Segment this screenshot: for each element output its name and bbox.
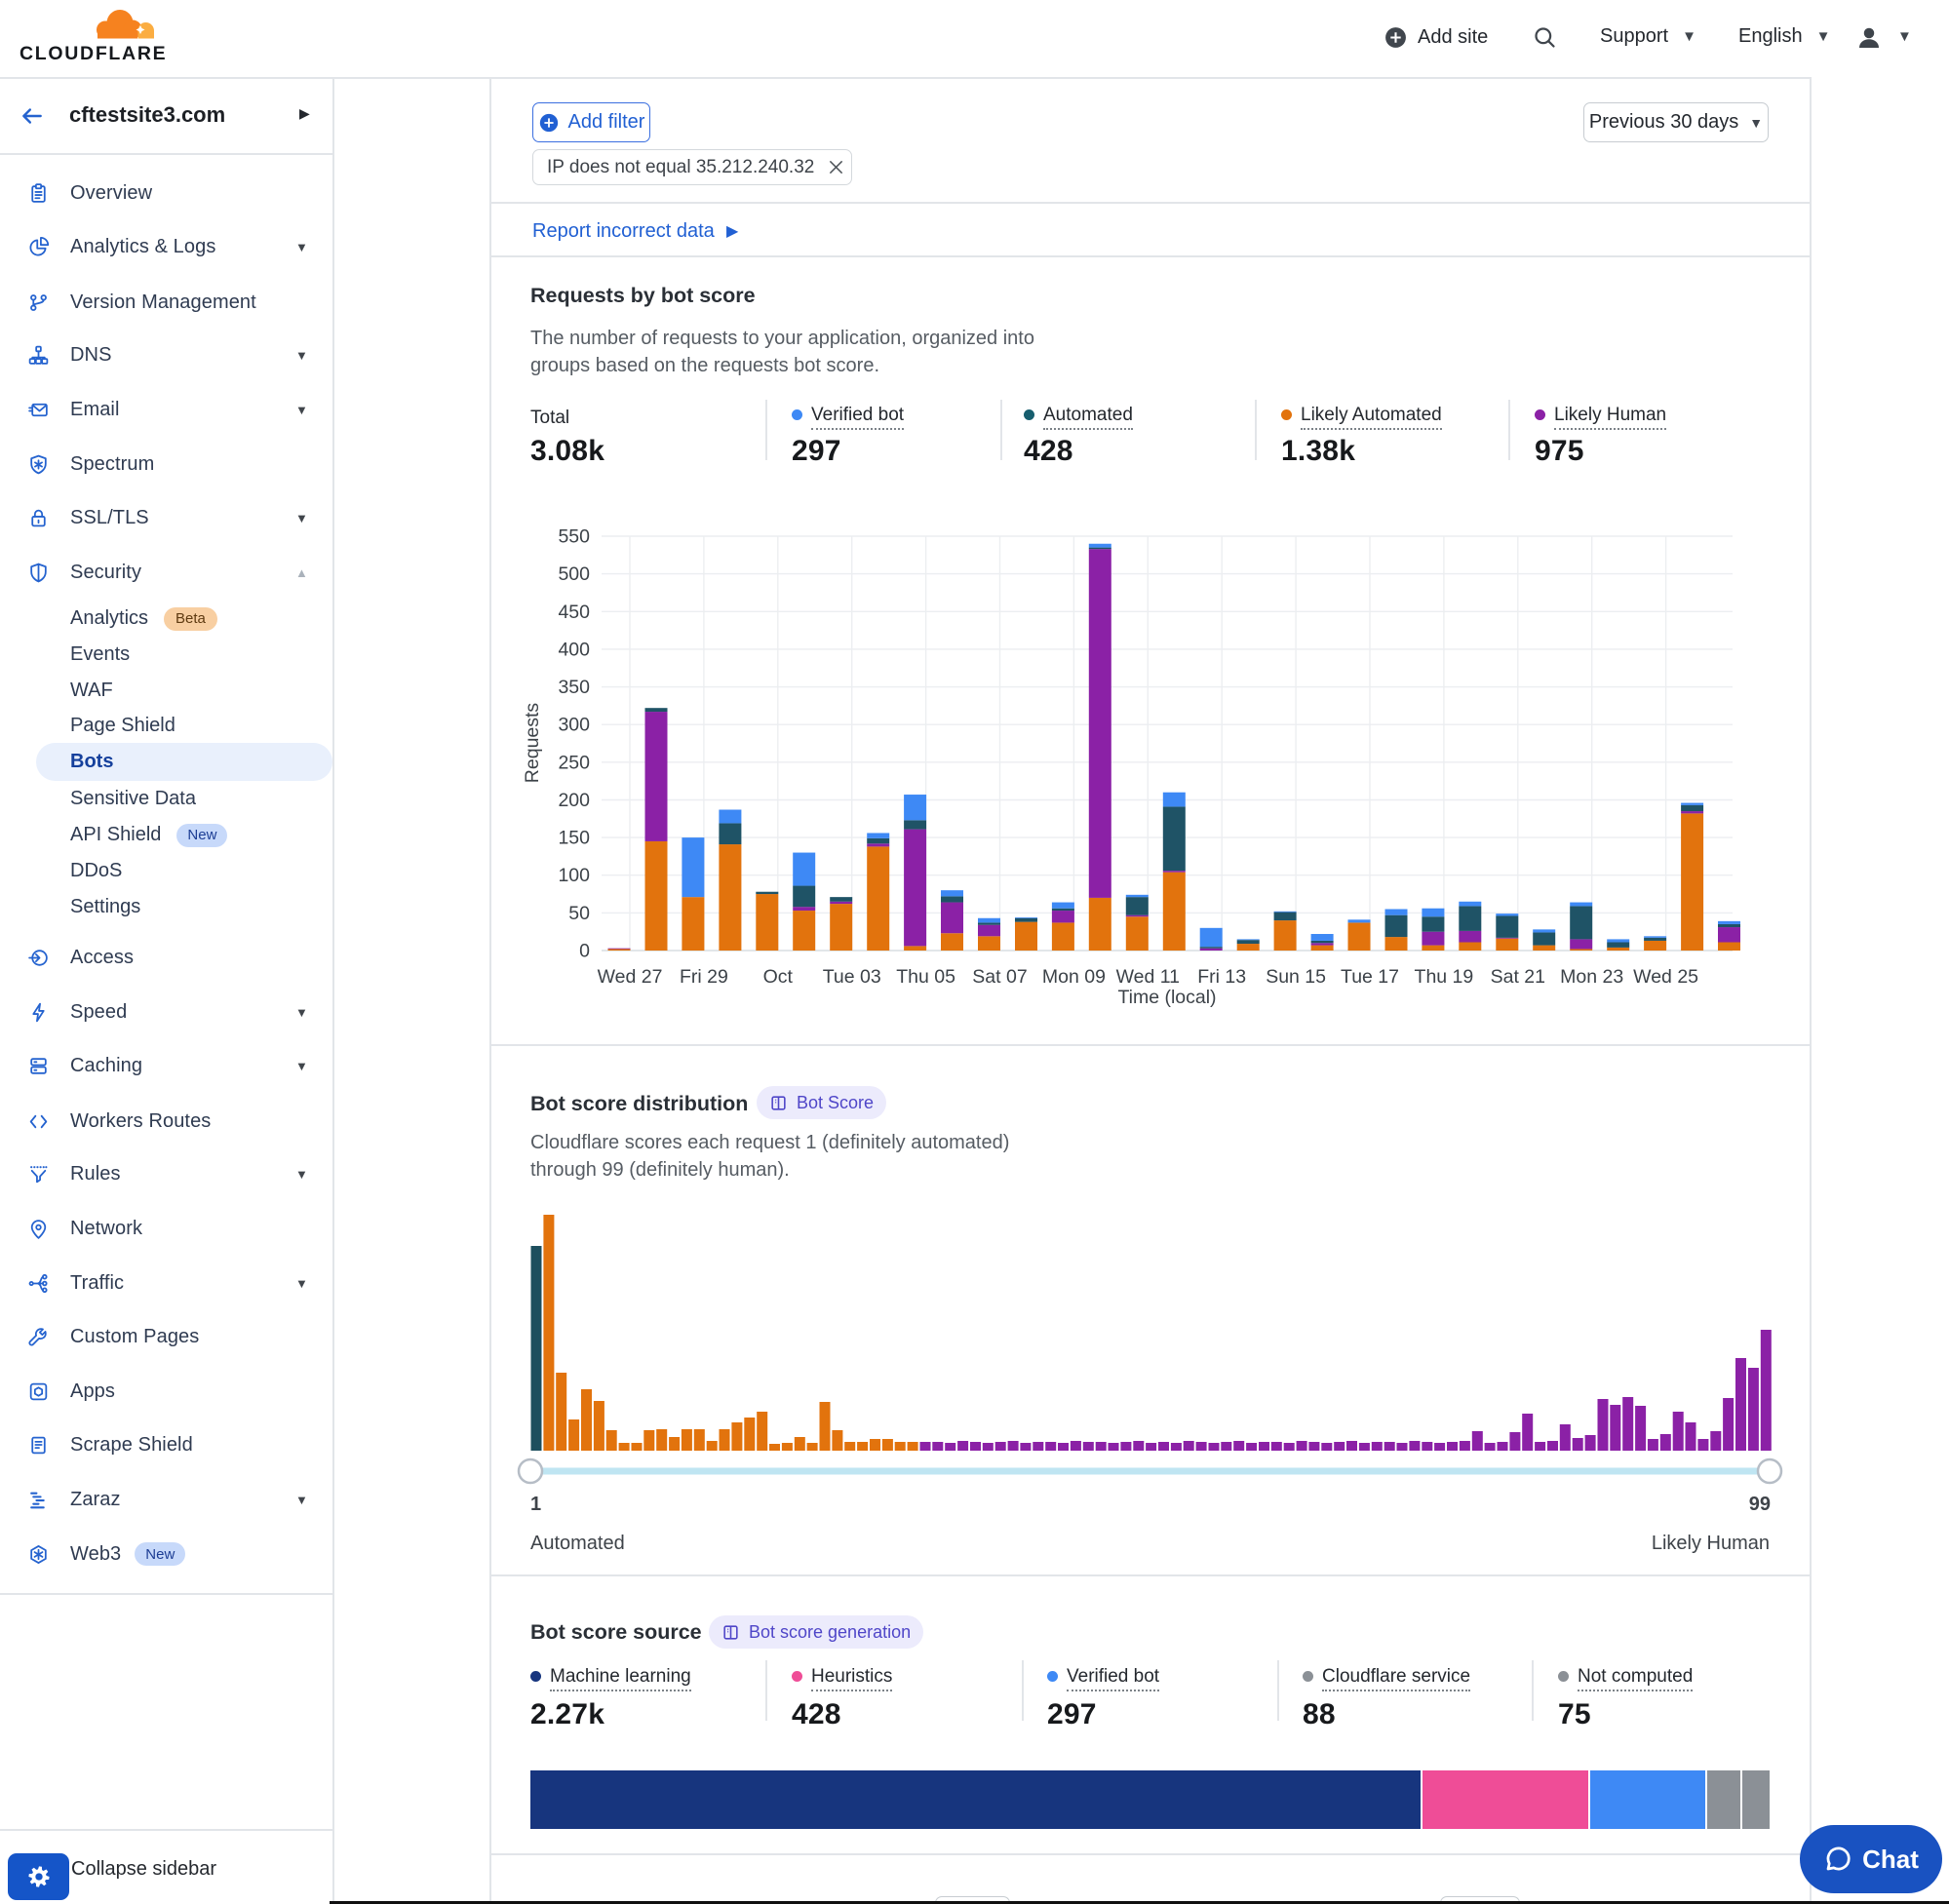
svg-text:200: 200	[558, 790, 590, 811]
svg-text:500: 500	[558, 563, 590, 585]
svg-text:Thu 05: Thu 05	[896, 966, 955, 988]
svg-text:550: 550	[558, 526, 590, 548]
svg-text:300: 300	[558, 715, 590, 736]
svg-text:0: 0	[579, 941, 590, 962]
svg-text:Mon 09: Mon 09	[1042, 966, 1106, 988]
svg-text:350: 350	[558, 677, 590, 698]
svg-text:Fri 13: Fri 13	[1197, 966, 1246, 988]
svg-text:Wed 11: Wed 11	[1116, 966, 1180, 988]
svg-text:Wed 25: Wed 25	[1633, 966, 1698, 988]
svg-text:Time (local): Time (local)	[1117, 987, 1216, 1008]
svg-text:450: 450	[558, 602, 590, 623]
svg-text:Tue 03: Tue 03	[823, 966, 881, 988]
svg-text:Requests: Requests	[522, 703, 543, 784]
svg-text:Sat 21: Sat 21	[1491, 966, 1545, 988]
svg-text:Thu 19: Thu 19	[1415, 966, 1474, 988]
svg-text:400: 400	[558, 639, 590, 660]
svg-text:Wed 27: Wed 27	[598, 966, 663, 988]
svg-text:Mon 23: Mon 23	[1560, 966, 1623, 988]
svg-text:150: 150	[558, 828, 590, 849]
svg-text:50: 50	[568, 903, 590, 924]
svg-text:250: 250	[558, 752, 590, 773]
svg-text:Sun 15: Sun 15	[1266, 966, 1326, 988]
svg-text:Sat 07: Sat 07	[972, 966, 1027, 988]
svg-text:Oct: Oct	[763, 966, 794, 988]
svg-text:100: 100	[558, 865, 590, 886]
svg-text:Tue 17: Tue 17	[1341, 966, 1399, 988]
svg-text:Fri 29: Fri 29	[680, 966, 728, 988]
